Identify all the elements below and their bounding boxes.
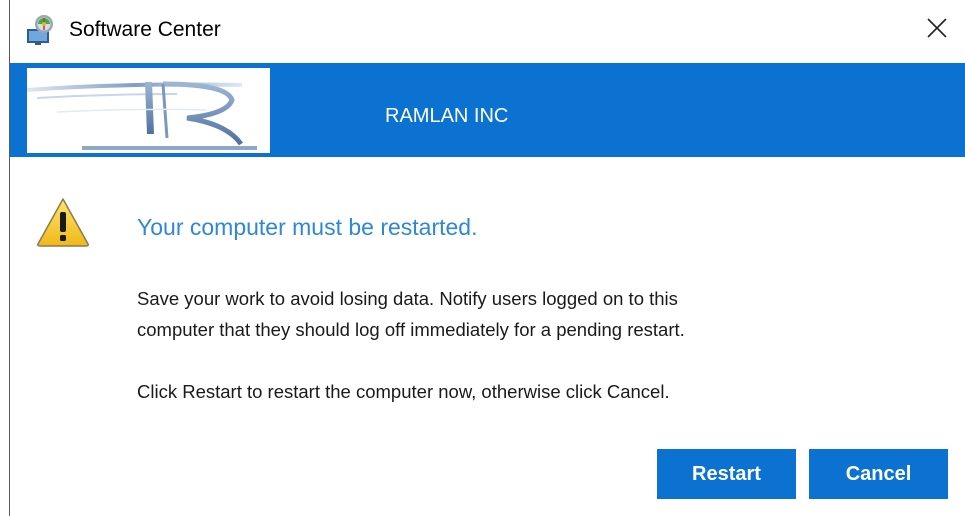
- close-icon: [926, 17, 948, 44]
- organization-banner: RAMLAN INC: [10, 63, 965, 157]
- title-bar[interactable]: Software Center: [10, 0, 965, 63]
- dialog-heading: Your computer must be restarted.: [137, 214, 478, 240]
- window-title: Software Center: [69, 18, 221, 41]
- company-logo: [27, 68, 270, 153]
- message-line: Save your work to avoid losing data. Not…: [137, 288, 678, 309]
- warning-icon: [35, 196, 91, 248]
- message-line: computer that they should log off immedi…: [137, 319, 685, 340]
- restart-button[interactable]: Restart: [657, 449, 796, 499]
- dialog-message: Save your work to avoid losing data. Not…: [137, 283, 937, 345]
- dialog-instruction: Click Restart to restart the computer no…: [137, 381, 670, 402]
- organization-name: RAMLAN INC: [385, 105, 509, 127]
- cancel-button[interactable]: Cancel: [809, 449, 948, 499]
- close-button[interactable]: [917, 10, 957, 50]
- software-center-icon: [24, 14, 56, 46]
- software-center-window: Software Center RAMLAN INC Your computer…: [0, 0, 965, 516]
